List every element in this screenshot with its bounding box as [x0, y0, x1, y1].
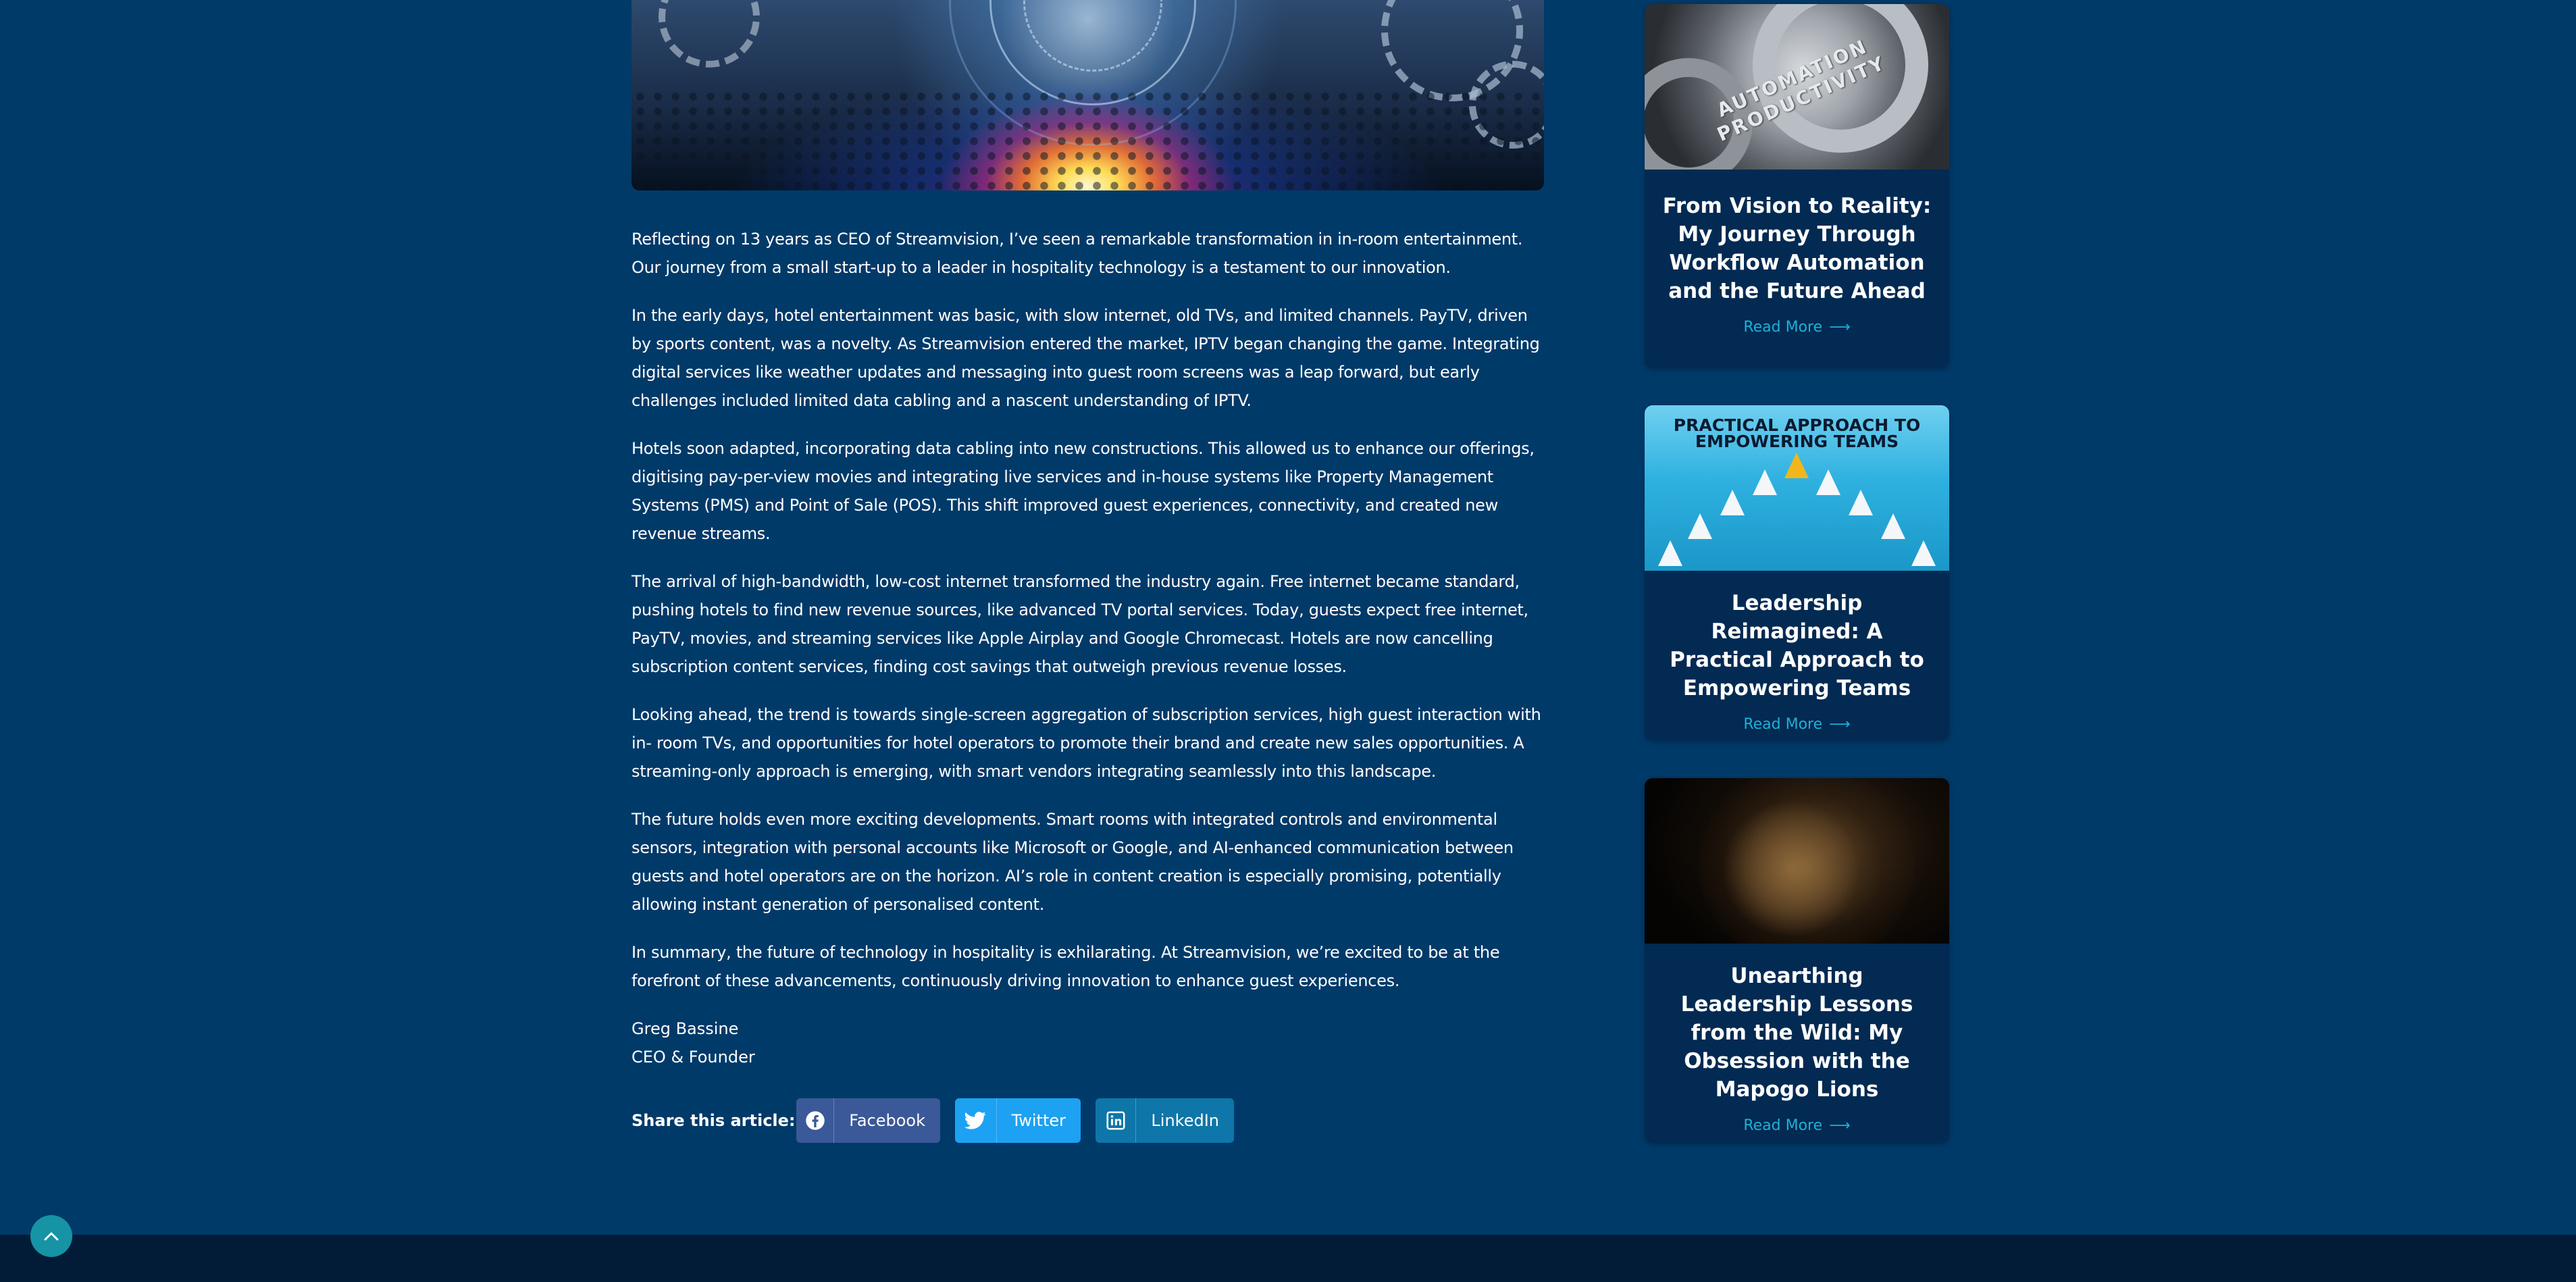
- read-more-label: Read More: [1743, 1117, 1823, 1134]
- read-more-link[interactable]: Read More ⟶: [1645, 1117, 1949, 1134]
- back-to-top-button[interactable]: [30, 1215, 72, 1257]
- share-linkedin-label: LinkedIn: [1151, 1111, 1219, 1130]
- site-footer: [0, 1235, 2576, 1282]
- chevron-up-icon: [44, 1232, 59, 1241]
- share-linkedin-button[interactable]: LinkedIn: [1096, 1098, 1234, 1143]
- arrow-right-icon: ⟶: [1829, 319, 1851, 336]
- author-title: CEO & Founder: [632, 1048, 755, 1067]
- article-paragraph: In summary, the future of technology in …: [632, 943, 1500, 990]
- post-title[interactable]: Unearthing Leadership Lessons from the W…: [1645, 962, 1949, 1104]
- article-paragraph: Looking ahead, the trend is towards sing…: [632, 705, 1541, 781]
- read-more-label: Read More: [1743, 319, 1823, 336]
- author-name: Greg Bassine: [632, 1019, 739, 1038]
- read-more-link[interactable]: Read More ⟶: [1645, 716, 1949, 733]
- article-body: Reflecting on 13 years as CEO of Streamv…: [632, 225, 1547, 1071]
- article-paragraph: Hotels soon adapted, incorporating data …: [632, 439, 1535, 543]
- post-title[interactable]: From Vision to Reality: My Journey Throu…: [1645, 192, 1949, 305]
- share-facebook-label: Facebook: [849, 1111, 925, 1130]
- article-paragraph: The future holds even more exciting deve…: [632, 810, 1514, 914]
- related-post-card[interactable]: PRACTICAL APPROACH TO EMPOWERING TEAMS L…: [1645, 405, 1949, 740]
- post-thumbnail[interactable]: [1645, 778, 1949, 944]
- related-post-card[interactable]: AUTOMATION PRODUCTIVITY From Vision to R…: [1645, 4, 1949, 368]
- article-paragraph: Reflecting on 13 years as CEO of Streamv…: [632, 230, 1523, 277]
- post-thumbnail[interactable]: AUTOMATION PRODUCTIVITY: [1645, 4, 1949, 170]
- article-hero-image: [632, 0, 1544, 190]
- article-paragraph: The arrival of high-bandwidth, low-cost …: [632, 572, 1528, 676]
- share-twitter-button[interactable]: Twitter: [955, 1098, 1081, 1143]
- post-thumbnail-caption: PRACTICAL APPROACH TO EMPOWERING TEAMS: [1673, 415, 1921, 451]
- article-paragraph: In the early days, hotel entertainment w…: [632, 306, 1540, 410]
- arrow-right-icon: ⟶: [1829, 716, 1851, 733]
- author-signature: Greg Bassine CEO & Founder: [632, 1015, 1547, 1071]
- post-title[interactable]: Leadership Reimagined: A Practical Appro…: [1645, 589, 1949, 702]
- linkedin-icon: [1096, 1098, 1137, 1143]
- read-more-link[interactable]: Read More ⟶: [1645, 319, 1949, 336]
- arrow-right-icon: ⟶: [1829, 1117, 1851, 1134]
- post-thumbnail[interactable]: PRACTICAL APPROACH TO EMPOWERING TEAMS: [1645, 405, 1949, 571]
- share-label: Share this article:: [632, 1111, 796, 1130]
- facebook-icon: [796, 1098, 835, 1143]
- share-twitter-label: Twitter: [1011, 1111, 1066, 1130]
- read-more-label: Read More: [1743, 716, 1823, 733]
- share-facebook-button[interactable]: Facebook: [796, 1098, 940, 1143]
- twitter-icon: [955, 1098, 997, 1143]
- related-post-card[interactable]: Unearthing Leadership Lessons from the W…: [1645, 778, 1949, 1143]
